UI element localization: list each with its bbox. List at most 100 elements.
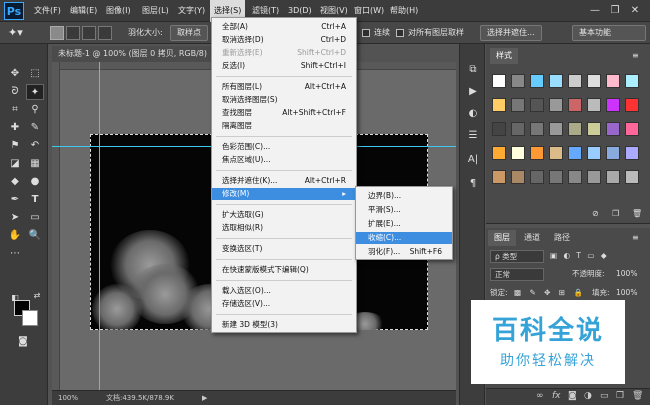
style-swatch[interactable] bbox=[568, 170, 582, 184]
adjustment-layer-icon[interactable]: ◑ bbox=[584, 391, 592, 401]
style-swatch[interactable] bbox=[549, 122, 563, 136]
minimize-icon[interactable]: — bbox=[588, 4, 602, 18]
style-swatch[interactable] bbox=[606, 146, 620, 160]
lasso-tool-icon[interactable]: ᘐ bbox=[6, 84, 24, 100]
style-swatch[interactable] bbox=[625, 98, 639, 112]
style-swatch[interactable] bbox=[511, 122, 525, 136]
link-layers-icon[interactable]: ∞ bbox=[536, 391, 544, 401]
path-selection-tool-icon[interactable]: ➤ bbox=[6, 210, 24, 226]
menu-edit[interactable]: 编辑(E) bbox=[66, 0, 101, 22]
healing-tool-icon[interactable]: ✚ bbox=[6, 120, 24, 136]
contiguous-checkbox[interactable] bbox=[362, 29, 370, 37]
tab-layers[interactable]: 图层 bbox=[488, 230, 516, 246]
add-mask-icon[interactable]: ◙ bbox=[568, 391, 577, 401]
menu-item-focus-area[interactable]: 焦点区域(U)... bbox=[212, 154, 356, 166]
style-swatch[interactable] bbox=[568, 122, 582, 136]
trash-icon[interactable]: 🗑 bbox=[626, 206, 648, 222]
menu-item-transform-selection[interactable]: 变换选区(T) bbox=[212, 243, 356, 255]
menu-help[interactable]: 帮助(H) bbox=[386, 0, 422, 22]
style-swatch[interactable] bbox=[511, 74, 525, 88]
style-swatch[interactable] bbox=[606, 98, 620, 112]
style-swatch[interactable] bbox=[530, 146, 544, 160]
menu-item-border[interactable]: 边界(B)... bbox=[356, 190, 452, 202]
sample-all-layers-checkbox[interactable] bbox=[396, 29, 404, 37]
menu-item-inverse[interactable]: 反选(I) Shift+Ctrl+I bbox=[212, 60, 356, 72]
style-swatch[interactable] bbox=[625, 74, 639, 88]
style-swatch[interactable] bbox=[492, 170, 506, 184]
style-swatch[interactable] bbox=[625, 170, 639, 184]
magic-wand-preset-icon[interactable]: ✦▾ bbox=[8, 26, 23, 40]
style-swatch[interactable] bbox=[587, 98, 601, 112]
style-swatch[interactable] bbox=[549, 98, 563, 112]
panel-menu-icon[interactable]: ≡ bbox=[626, 230, 645, 246]
more-tools-icon[interactable]: ⋯ bbox=[6, 246, 24, 262]
menu-item-quick-mask[interactable]: 在快速蒙版模式下编辑(Q) bbox=[212, 264, 356, 276]
menu-item-save-selection[interactable]: 存储选区(V)... bbox=[212, 298, 356, 310]
style-swatch[interactable] bbox=[492, 74, 506, 88]
style-swatch[interactable] bbox=[492, 98, 506, 112]
new-layer-icon[interactable]: ❐ bbox=[616, 391, 624, 401]
style-swatch[interactable] bbox=[511, 146, 525, 160]
restore-icon[interactable]: ❐ bbox=[608, 4, 622, 18]
style-swatch[interactable] bbox=[511, 98, 525, 112]
style-swatch[interactable] bbox=[530, 74, 544, 88]
style-swatch[interactable] bbox=[492, 122, 506, 136]
style-swatch[interactable] bbox=[568, 146, 582, 160]
add-selection-icon[interactable] bbox=[66, 26, 80, 40]
style-swatch[interactable] bbox=[625, 146, 639, 160]
menu-item-isolate-layers[interactable]: 隔离图层 bbox=[212, 120, 356, 132]
menu-type[interactable]: 文字(Y) bbox=[174, 0, 209, 22]
new-selection-icon[interactable] bbox=[50, 26, 64, 40]
menu-item-find-layers[interactable]: 查找图层 Alt+Shift+Ctrl+F bbox=[212, 107, 356, 119]
menu-item-feather[interactable]: 羽化(F)... Shift+F6 bbox=[356, 246, 452, 258]
style-swatch[interactable] bbox=[530, 98, 544, 112]
style-swatch[interactable] bbox=[606, 74, 620, 88]
delete-layer-icon[interactable]: 🗑 bbox=[632, 391, 643, 401]
fill-value[interactable]: 100% bbox=[616, 286, 637, 300]
character-panel-icon[interactable]: A| bbox=[465, 152, 481, 168]
panel-menu-icon[interactable]: ≡ bbox=[626, 48, 645, 64]
menu-file[interactable]: 文件(F) bbox=[30, 0, 65, 22]
select-and-mask-button[interactable]: 选择并遮住... bbox=[480, 25, 542, 41]
style-swatch[interactable] bbox=[606, 122, 620, 136]
default-colors-icon[interactable]: ◧ bbox=[6, 290, 24, 306]
menu-item-new-3d-model[interactable]: 新建 3D 模型(3) bbox=[212, 319, 356, 331]
eraser-tool-icon[interactable]: ◪ bbox=[6, 156, 24, 172]
menu-item-select-all[interactable]: 全部(A) Ctrl+A bbox=[212, 21, 356, 33]
subtract-selection-icon[interactable] bbox=[82, 26, 96, 40]
type-tool-icon[interactable]: T bbox=[26, 192, 44, 208]
menu-item-all-layers[interactable]: 所有图层(L) Alt+Ctrl+A bbox=[212, 81, 356, 93]
menu-item-similar[interactable]: 选取相似(R) bbox=[212, 222, 356, 234]
magic-wand-tool-icon[interactable]: ✦ bbox=[26, 84, 44, 100]
zoom-level[interactable]: 100% bbox=[58, 391, 78, 405]
opacity-value[interactable]: 100% bbox=[616, 267, 637, 281]
pen-tool-icon[interactable]: ✒ bbox=[6, 192, 24, 208]
style-swatch[interactable] bbox=[587, 146, 601, 160]
menu-item-color-range[interactable]: 色彩范围(C)... bbox=[212, 141, 356, 153]
new-style-icon[interactable]: ❐ bbox=[606, 206, 625, 222]
style-swatch[interactable] bbox=[511, 170, 525, 184]
style-swatch[interactable] bbox=[568, 98, 582, 112]
status-arrow-icon[interactable]: ▶ bbox=[202, 391, 207, 405]
background-color-swatch[interactable] bbox=[22, 310, 38, 326]
new-group-icon[interactable]: ▭ bbox=[600, 391, 609, 401]
hand-tool-icon[interactable]: ✋ bbox=[6, 228, 24, 244]
menu-item-contract[interactable]: 收缩(C)... bbox=[356, 232, 452, 244]
brush-tool-icon[interactable]: ✎ bbox=[26, 120, 44, 136]
document-tab[interactable]: 未标题-1 @ 100% (图层 0 拷贝, RGB/8) * bbox=[52, 46, 212, 74]
adjustments-icon[interactable]: ◐ bbox=[465, 106, 481, 122]
lock-icons[interactable]: ▩ ✎ ✥ ⊞ 🔒 bbox=[514, 286, 586, 300]
style-swatch[interactable] bbox=[587, 74, 601, 88]
menu-item-smooth[interactable]: 平滑(S)... bbox=[356, 204, 452, 216]
clone-stamp-tool-icon[interactable]: ⚑ bbox=[6, 138, 24, 154]
menu-item-expand[interactable]: 扩展(E)... bbox=[356, 218, 452, 230]
layer-kind-filter[interactable]: ρ 类型 bbox=[490, 250, 544, 263]
quick-mask-icon[interactable]: ◙ bbox=[14, 334, 32, 350]
style-swatch[interactable] bbox=[549, 170, 563, 184]
dodge-tool-icon[interactable]: ● bbox=[26, 174, 44, 190]
eyedropper-tool-icon[interactable]: ⚲ bbox=[26, 102, 44, 118]
rectangle-tool-icon[interactable]: ▭ bbox=[26, 210, 44, 226]
menu-item-deselect[interactable]: 取消选择(D) Ctrl+D bbox=[212, 34, 356, 46]
gradient-tool-icon[interactable]: ▦ bbox=[26, 156, 44, 172]
layer-style-icon[interactable]: fx bbox=[552, 391, 561, 401]
